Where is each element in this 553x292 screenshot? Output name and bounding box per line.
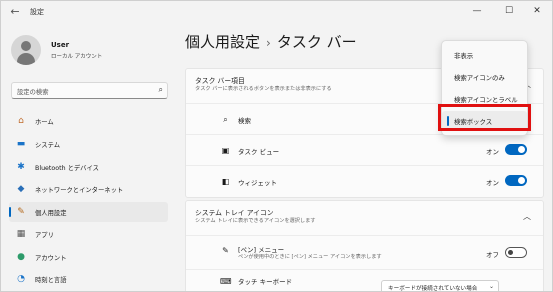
sidebar-item[interactable]: ✎ 個人用設定: [9, 202, 168, 222]
home-icon: ⌂: [18, 116, 24, 126]
page-title: タスク バー: [276, 33, 357, 51]
tray-item-row: ✎ [ペン] メニュー ペンが使用中のときに [ペン] メニュー アイコンを表示しま…: [186, 235, 543, 269]
breadcrumb-parent[interactable]: 個人用設定: [185, 33, 260, 51]
pen-icon: ✎: [222, 246, 229, 255]
sidebar-item-label: ホーム: [35, 119, 54, 126]
app-title: 設定: [30, 8, 44, 16]
active-indicator: [9, 207, 11, 217]
settings-search-input[interactable]: 設定の検索 ⌕: [11, 82, 168, 99]
avatar-head: [21, 41, 31, 51]
minimize-button[interactable]: —: [464, 2, 490, 20]
task-view-icon: ▣: [221, 146, 230, 155]
row-label: タスク ビュー: [238, 148, 280, 156]
section-subtitle: システム トレイに表示できるアイコンを選択します: [195, 218, 316, 224]
sidebar-item[interactable]: ▬ システム: [9, 134, 168, 154]
system-tray-card: システム トレイ アイコン システム トレイに表示できるアイコンを選択します ︿…: [185, 200, 544, 291]
taskbar-item-row: ▣ タスク ビュー オン: [186, 134, 543, 165]
sidebar-item-label: アプリ: [35, 232, 54, 239]
sidebar-item[interactable]: ◆ ネットワークとインターネット: [9, 179, 168, 199]
system-tray-header[interactable]: システム トレイ アイコン システム トレイに表示できるアイコンを選択します ︿: [186, 201, 543, 235]
avatar-body: [17, 53, 35, 65]
dropdown-value: キーボードが接続されていない場合: [388, 286, 478, 292]
row-label: タッチ キーボード: [238, 278, 293, 286]
touch-keyboard-dropdown[interactable]: キーボードが接続されていない場合 ⌄: [381, 280, 499, 292]
avatar[interactable]: [11, 35, 41, 65]
apps-icon: ▦: [16, 229, 26, 239]
row-label: 検索: [238, 117, 251, 125]
personalization-icon: ✎: [17, 207, 25, 217]
user-name: User: [51, 41, 70, 49]
settings-window: ← 設定 — ☐ ✕ User ローカル アカウント 設定の検索 ⌕ ⌂ ホーム ▬…: [0, 0, 553, 292]
back-arrow-icon[interactable]: ←: [7, 4, 23, 20]
sidebar-item-label: ネットワークとインターネット: [35, 187, 124, 194]
annotation-highlight-box: [438, 104, 531, 131]
toggle-state: オフ: [486, 251, 499, 259]
menu-option-label: 検索アイコンとラベル: [454, 96, 518, 104]
sidebar-item[interactable]: ▦ アプリ: [9, 224, 168, 244]
menu-option[interactable]: 非表示: [442, 45, 527, 65]
sidebar-item-label: 時刻と言語: [35, 277, 67, 284]
toggle-switch[interactable]: [505, 175, 527, 186]
sidebar-item[interactable]: ✱ Bluetooth とデバイス: [9, 157, 168, 177]
time-language-icon: ◔: [17, 274, 25, 284]
keyboard-icon: ⌨: [220, 277, 232, 286]
toggle-state: オン: [486, 148, 499, 156]
account-icon: ●: [17, 252, 25, 262]
sidebar-item-label: Bluetooth とデバイス: [35, 165, 99, 172]
chevron-up-icon[interactable]: ︿: [523, 211, 531, 222]
sidebar-item-label: 個人用設定: [35, 210, 67, 217]
bluetooth-icon: ✱: [17, 162, 25, 172]
sidebar-item[interactable]: ◔ 時刻と言語: [9, 269, 168, 289]
toggle-switch[interactable]: [505, 144, 527, 155]
sidebar-item[interactable]: ● アカウント: [9, 247, 168, 267]
breadcrumb: 個人用設定 › タスク バー: [185, 31, 357, 52]
sidebar-item-label: アカウント: [35, 255, 67, 262]
search-placeholder: 設定の検索: [17, 89, 49, 96]
close-button[interactable]: ✕: [524, 2, 550, 20]
row-description: ペンが使用中のときに [ペン] メニュー アイコンを表示します: [238, 254, 382, 260]
magnifier-icon: ⌕: [158, 85, 163, 94]
account-type: ローカル アカウント: [51, 54, 103, 60]
section-title: タスク バー項目: [195, 77, 245, 85]
section-subtitle: タスク バーに表示されるボタンを表示または非表示にする: [195, 86, 332, 92]
search-icon: ⌕: [223, 115, 228, 124]
sidebar-item-label: システム: [35, 142, 60, 149]
breadcrumb-separator: ›: [266, 36, 271, 50]
menu-option-label: 非表示: [454, 52, 474, 60]
section-title: システム トレイ アイコン: [195, 209, 274, 217]
maximize-button[interactable]: ☐: [496, 2, 522, 20]
sidebar-item[interactable]: ⌂ ホーム: [9, 111, 168, 131]
system-icon: ▬: [16, 139, 26, 149]
network-icon: ◆: [17, 184, 25, 194]
menu-option-label: 検索アイコンのみ: [454, 74, 505, 82]
toggle-state: オン: [486, 179, 499, 187]
taskbar-item-row: ◧ ウィジェット オン: [186, 165, 543, 196]
row-label: ウィジェット: [238, 179, 277, 187]
title-bar: ← 設定 — ☐ ✕: [1, 1, 552, 23]
chevron-down-icon: ⌄: [488, 283, 494, 290]
widgets-icon: ◧: [221, 177, 230, 186]
toggle-switch[interactable]: [505, 247, 527, 258]
menu-option[interactable]: 検索アイコンのみ: [442, 67, 527, 87]
